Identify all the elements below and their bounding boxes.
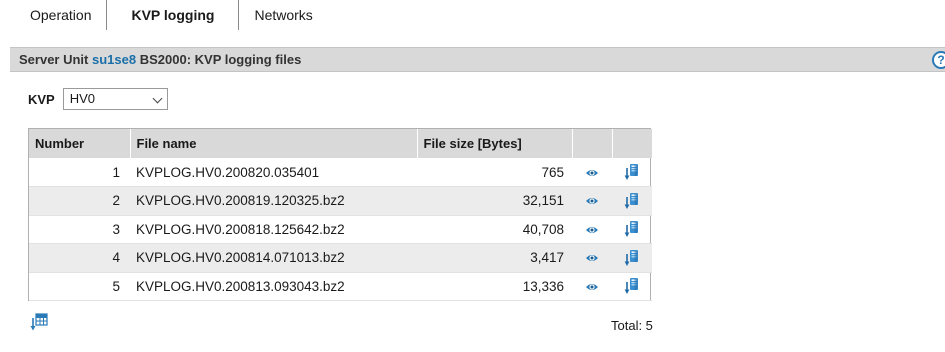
column-header-file-name[interactable]: File name [130, 129, 418, 158]
eye-icon[interactable] [585, 164, 599, 179]
row-download-cell [612, 215, 652, 244]
row-file-size: 765 [417, 158, 572, 187]
download-icon[interactable] [624, 192, 640, 209]
kvp-log-files-table: Number File name File size [Bytes] 1 KVPL… [28, 128, 652, 301]
tab-bar: Operation KVP logging Networks [0, 0, 328, 30]
row-file-size: 40,708 [417, 215, 572, 244]
row-view-cell [572, 243, 612, 273]
column-header-number[interactable]: Number [29, 129, 131, 158]
row-file-name: KVPLOG.HV0.200820.035401 [130, 158, 417, 187]
row-file-name: KVPLOG.HV0.200814.071013.bz2 [130, 243, 417, 273]
row-file-name: KVPLOG.HV0.200818.125642.bz2 [130, 215, 417, 244]
column-header-file-size[interactable]: File size [Bytes] [417, 129, 573, 158]
row-number: 3 [29, 215, 130, 244]
download-icon[interactable] [624, 249, 640, 266]
tab-kvp-logging[interactable]: KVP logging [106, 0, 240, 30]
column-header-view [572, 129, 613, 158]
table-header-row: Number File name File size [Bytes] [29, 129, 652, 158]
server-unit-name: su1se8 [92, 52, 137, 67]
row-file-name: KVPLOG.HV0.200819.120325.bz2 [130, 186, 417, 216]
table-body: 1 KVPLOG.HV0.200820.035401 765 2 KVPLOG.HV0.… [29, 158, 652, 301]
tab-operation[interactable]: Operation [0, 0, 106, 30]
row-download-cell [612, 243, 652, 273]
row-file-name: KVPLOG.HV0.200813.093043.bz2 [130, 272, 417, 301]
column-header-download [612, 129, 652, 158]
kvp-selector-row: KVP HV0 [28, 88, 168, 110]
eye-icon[interactable] [585, 250, 599, 265]
export-table-icon[interactable] [30, 312, 48, 332]
row-download-cell [612, 272, 652, 301]
download-icon[interactable] [624, 221, 640, 238]
panel-title-suffix: BS2000: KVP logging files [139, 52, 302, 67]
eye-icon[interactable] [585, 193, 599, 208]
table-row: 3 KVPLOG.HV0.200818.125642.bz2 40,708 [29, 215, 652, 244]
row-file-size: 13,336 [417, 272, 572, 301]
row-view-cell [572, 272, 612, 301]
row-view-cell [572, 215, 612, 244]
panel-title-prefix: Server Unit [19, 52, 89, 67]
table-row: 1 KVPLOG.HV0.200820.035401 765 [29, 158, 652, 187]
row-number: 4 [29, 243, 130, 273]
row-file-size: 3,417 [417, 243, 572, 273]
eye-icon[interactable] [585, 279, 599, 294]
row-view-cell [572, 158, 612, 187]
row-file-size: 32,151 [417, 186, 572, 216]
row-view-cell [572, 186, 612, 216]
total-count: Total: 5 [611, 318, 653, 333]
kvp-label: KVP [28, 91, 55, 107]
panel-title: Server Unit su1se8 BS2000: KVP logging f… [19, 52, 301, 67]
panel-header: Server Unit su1se8 BS2000: KVP logging f… [10, 47, 945, 72]
tab-networks[interactable]: Networks [239, 0, 327, 30]
eye-icon[interactable] [585, 222, 599, 237]
row-download-cell [612, 186, 652, 216]
kvp-select[interactable]: HV0 [62, 88, 168, 110]
row-number: 1 [29, 158, 130, 187]
chevron-down-icon [152, 93, 163, 104]
kvp-selected-value: HV0 [69, 91, 96, 106]
table-row: 4 KVPLOG.HV0.200814.071013.bz2 3,417 [29, 243, 652, 273]
help-icon[interactable]: ? [932, 51, 945, 69]
row-download-cell [612, 158, 652, 187]
download-icon[interactable] [624, 164, 640, 180]
row-number: 2 [29, 186, 130, 216]
table-row: 2 KVPLOG.HV0.200819.120325.bz2 32,151 [29, 186, 652, 216]
table-row: 5 KVPLOG.HV0.200813.093043.bz2 13,336 [29, 272, 652, 301]
download-icon[interactable] [624, 278, 640, 295]
row-number: 5 [29, 272, 130, 301]
